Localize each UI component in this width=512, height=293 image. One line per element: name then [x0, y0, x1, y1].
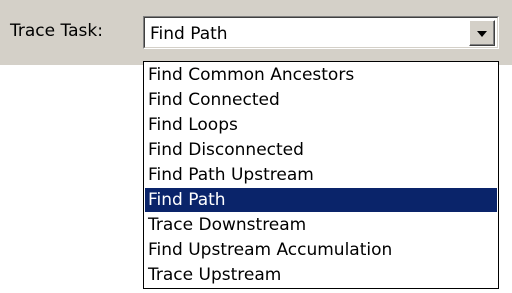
option-find-path[interactable]: Find Path [145, 188, 497, 212]
option-find-path-upstream[interactable]: Find Path Upstream [145, 163, 497, 187]
option-find-disconnected[interactable]: Find Disconnected [145, 138, 497, 162]
trace-task-combobox-frame: Find Path [144, 17, 498, 48]
trace-task-selected-value[interactable]: Find Path [150, 24, 228, 44]
trace-task-toolbar: Trace Task: Find Path [0, 0, 512, 65]
option-find-loops[interactable]: Find Loops [145, 113, 497, 137]
chevron-down-icon [477, 31, 487, 37]
option-find-connected[interactable]: Find Connected [145, 88, 497, 112]
trace-task-label: Trace Task: [10, 21, 103, 41]
option-find-upstream-accumulation[interactable]: Find Upstream Accumulation [145, 238, 497, 262]
trace-task-combobox[interactable]: Find Path [143, 16, 499, 49]
option-trace-downstream[interactable]: Trace Downstream [145, 213, 497, 237]
option-find-common-ancestors[interactable]: Find Common Ancestors [145, 63, 497, 87]
option-trace-upstream[interactable]: Trace Upstream [145, 263, 497, 287]
dropdown-toggle-button[interactable] [469, 20, 495, 46]
trace-task-dropdown-list[interactable]: Find Common Ancestors Find Connected Fin… [143, 61, 499, 289]
